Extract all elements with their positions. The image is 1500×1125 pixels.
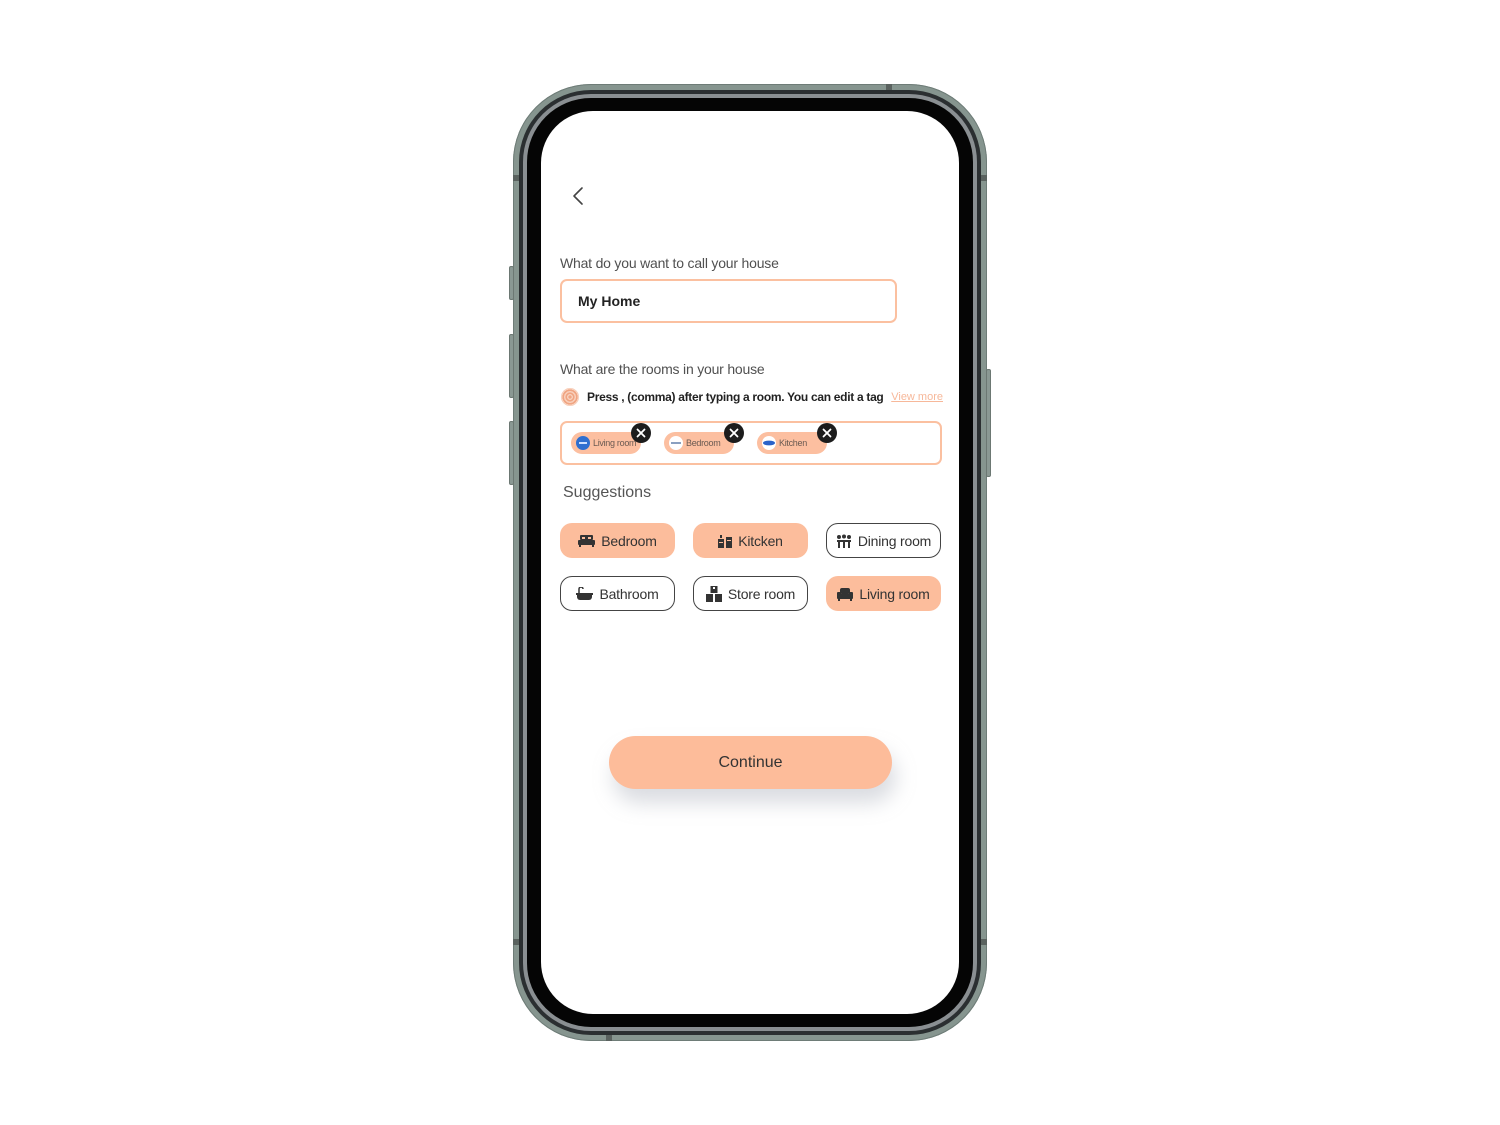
chip-label: Store room — [727, 585, 796, 602]
antenna-band — [886, 84, 892, 90]
sofa-icon — [837, 587, 854, 601]
antenna-band — [513, 175, 519, 181]
rooms-hint: Press , (comma) after typing a room. You… — [561, 387, 943, 407]
suggestion-chip-store-room[interactable]: Store room — [693, 576, 808, 611]
suggestion-chip-kitchen[interactable]: Kitcken — [693, 523, 808, 558]
suggestion-chip-bedroom[interactable]: Bedroom — [560, 523, 675, 558]
hint-text: Press , (comma) after typing a room. You… — [587, 390, 884, 404]
remove-tag-button[interactable] — [631, 423, 651, 443]
chip-label: Bedroom — [601, 532, 657, 549]
suggestions-title: Suggestions — [563, 484, 652, 501]
back-button[interactable] — [567, 183, 589, 209]
phone-screen: What do you want to call your house My H… — [541, 111, 959, 1014]
house-name-input[interactable]: My Home — [560, 279, 897, 323]
room-tag[interactable]: Bedroom — [664, 423, 744, 454]
tag-label: Bedroom — [686, 438, 721, 448]
chip-label: Living room — [859, 585, 930, 602]
bedroom-thumbnail — [669, 436, 683, 450]
tag-label: Living room — [593, 438, 637, 448]
info-icon — [561, 388, 579, 406]
phone-frame: What do you want to call your house My H… — [509, 84, 991, 1041]
tag-label: Kitchen — [779, 438, 807, 448]
close-icon — [636, 428, 646, 438]
chip-label: Dining room — [857, 532, 932, 549]
kitchen-thumbnail — [762, 436, 776, 450]
rooms-label: What are the rooms in your house — [560, 361, 765, 377]
continue-button[interactable]: Continue — [609, 736, 892, 789]
house-name-label: What do you want to call your house — [560, 255, 779, 271]
suggestion-chip-dining-room[interactable]: Dining room — [826, 523, 941, 558]
chip-label: Bathroom — [599, 585, 659, 602]
close-icon — [822, 428, 832, 438]
power-button — [986, 369, 991, 477]
room-tag[interactable]: Living room — [571, 423, 651, 454]
living-room-thumbnail — [576, 436, 590, 450]
kitchen-icon — [718, 534, 733, 548]
boxes-icon — [705, 585, 722, 602]
mute-switch — [509, 266, 514, 300]
antenna-band — [513, 939, 519, 945]
view-more-link[interactable]: View more — [891, 391, 943, 403]
suggestion-chip-living-room[interactable]: Living room — [826, 576, 941, 611]
remove-tag-button[interactable] — [724, 423, 744, 443]
dining-icon — [836, 534, 852, 548]
bathtub-icon — [576, 586, 594, 601]
volume-up-button — [509, 334, 514, 398]
bed-icon — [578, 534, 596, 548]
antenna-band — [981, 175, 987, 181]
close-icon — [729, 428, 739, 438]
chip-label: Kitcken — [738, 532, 783, 549]
antenna-band — [606, 1035, 612, 1041]
house-name-value: My Home — [578, 293, 641, 309]
chevron-left-icon — [573, 187, 583, 205]
room-tag[interactable]: Kitchen — [757, 423, 837, 454]
antenna-band — [981, 939, 987, 945]
suggestion-chip-bathroom[interactable]: Bathroom — [560, 576, 675, 611]
remove-tag-button[interactable] — [817, 423, 837, 443]
rooms-tag-input[interactable]: Living room Bedroom Kitchen — [560, 421, 942, 465]
volume-down-button — [509, 421, 514, 485]
